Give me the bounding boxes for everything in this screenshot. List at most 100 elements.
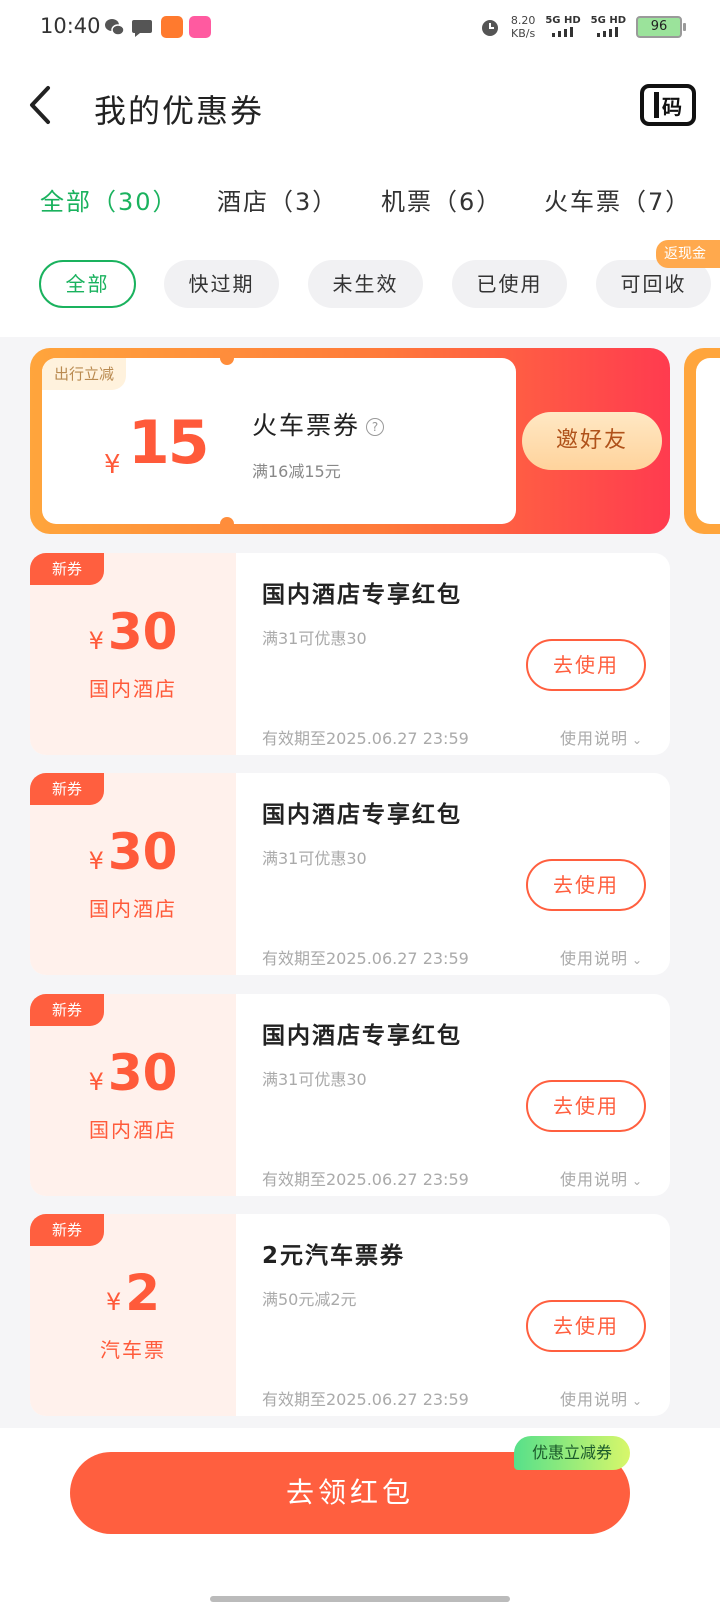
usage-instructions-label: 使用说明 — [560, 949, 629, 968]
new-coupon-tag: 新券 — [30, 553, 104, 585]
promo-tag: 出行立减 — [42, 358, 127, 390]
coupon-title: 国内酒店专享红包 — [262, 1023, 462, 1049]
coupon-amount: ¥2 — [30, 1264, 236, 1322]
coupon-value-panel: 新券 ¥30 国内酒店 — [30, 994, 236, 1196]
tab-flight[interactable]: 机票（6） — [381, 182, 502, 217]
battery-level: 96 — [650, 19, 668, 34]
wechat-icon — [105, 19, 125, 36]
code-button[interactable]: 码 — [640, 84, 696, 126]
promo-condition: 满16减15元 — [252, 462, 341, 481]
coupon-currency: ¥ — [88, 1068, 104, 1096]
coupon-card[interactable]: 新券 ¥30 国内酒店 国内酒店专享红包 满31可优惠30 去使用 有效期至20… — [30, 773, 670, 975]
help-icon[interactable]: ? — [366, 418, 385, 436]
discount-badge: 优惠立减券 — [514, 1436, 630, 1470]
network-indicator-1: 5G HD — [545, 14, 581, 40]
coupon-card[interactable]: 新券 ¥30 国内酒店 国内酒店专享红包 满31可优惠30 去使用 有效期至20… — [30, 994, 670, 1196]
cashback-badge: 返现金 — [656, 240, 720, 268]
chevron-down-icon: ⌄ — [632, 1174, 644, 1188]
promo-amount: 15 — [128, 408, 209, 478]
coupon-card[interactable]: 新券 ¥2 汽车票 2元汽车票券 满50元减2元 去使用 有效期至2025.06… — [30, 1214, 670, 1416]
coupon-currency: ¥ — [105, 1288, 122, 1316]
speed-unit: KB/s — [510, 27, 536, 40]
use-coupon-button[interactable]: 去使用 — [526, 1300, 646, 1352]
filter-chip-used[interactable]: 已使用 — [452, 260, 567, 308]
use-coupon-button[interactable]: 去使用 — [526, 859, 646, 911]
coupon-currency: ¥ — [88, 847, 104, 875]
coupon-expiry: 有效期至2025.06.27 23:59 — [262, 1390, 469, 1409]
coupon-amount-value: 30 — [107, 603, 178, 661]
chevron-down-icon: ⌄ — [632, 1394, 644, 1408]
network-label-1: 5G HD — [545, 14, 581, 26]
usage-instructions-link[interactable]: 使用说明 ⌄ — [560, 1386, 643, 1410]
coupon-expiry: 有效期至2025.06.27 23:59 — [262, 729, 469, 748]
usage-instructions-label: 使用说明 — [560, 729, 629, 748]
barcode-icon — [654, 92, 659, 118]
invite-friends-button[interactable]: 邀好友 — [522, 412, 662, 470]
promo-coupon: 出行立减 ¥ 15 火车票券? 满16减15元 — [42, 351, 516, 531]
signal-icon — [552, 26, 573, 37]
coupon-amount: ¥30 — [30, 603, 236, 661]
message-icon — [132, 20, 152, 37]
tab-hotel[interactable]: 酒店（3） — [217, 182, 338, 217]
promo-name-text: 火车票券 — [252, 411, 361, 440]
battery-icon: 96 — [636, 16, 686, 38]
filter-chip-expiring[interactable]: 快过期 — [164, 260, 279, 308]
chevron-down-icon: ⌄ — [632, 733, 644, 747]
coupon-currency: ¥ — [88, 627, 104, 655]
header: 我的优惠券 码 — [0, 70, 720, 140]
coupon-amount-value: 30 — [107, 823, 178, 881]
status-bar: 10:40 8.20 KB/s 5G HD 5G HD 96 — [0, 0, 720, 56]
signal-icon — [597, 26, 619, 37]
coupon-condition: 满31可优惠30 — [262, 849, 367, 868]
alarm-icon — [481, 20, 498, 36]
network-speed: 8.20 KB/s — [511, 14, 536, 40]
usage-instructions-label: 使用说明 — [560, 1390, 629, 1409]
coupon-title: 国内酒店专享红包 — [262, 582, 462, 608]
app-icon — [189, 16, 211, 38]
network-indicator-2: 5G HD — [591, 15, 626, 40]
use-coupon-button[interactable]: 去使用 — [526, 1080, 646, 1132]
page-title: 我的优惠券 — [94, 92, 265, 130]
coupon-value-panel: 新券 ¥30 国内酒店 — [30, 773, 236, 975]
tab-all[interactable]: 全部（30） — [40, 182, 179, 217]
coupon-condition: 满31可优惠30 — [262, 1070, 367, 1089]
coupon-type: 国内酒店 — [89, 677, 177, 701]
coupon-amount: ¥30 — [30, 823, 236, 881]
use-coupon-button[interactable]: 去使用 — [526, 639, 646, 691]
new-coupon-tag: 新券 — [30, 1214, 104, 1246]
new-coupon-tag: 新券 — [30, 773, 104, 805]
usage-instructions-link[interactable]: 使用说明 ⌄ — [560, 725, 643, 749]
coupon-type: 国内酒店 — [89, 1118, 177, 1142]
code-label: 码 — [662, 94, 682, 119]
promo-name: 火车票券? — [252, 406, 385, 442]
coupon-condition: 满31可优惠30 — [262, 629, 367, 648]
coupon-card[interactable]: 新券 ¥30 国内酒店 国内酒店专享红包 满31可优惠30 去使用 有效期至20… — [30, 553, 670, 755]
filter-chip-inactive[interactable]: 未生效 — [308, 260, 423, 308]
coupon-amount-value: 2 — [125, 1264, 161, 1322]
coupon-title: 国内酒店专享红包 — [262, 802, 462, 828]
coupon-amount: ¥30 — [30, 1044, 236, 1102]
coupon-amount-value: 30 — [107, 1044, 178, 1102]
network-label-2: 5G HD — [590, 14, 626, 26]
coupon-condition: 满50元减2元 — [262, 1290, 357, 1309]
coupon-title: 2元汽车票券 — [262, 1243, 406, 1269]
status-right: 8.20 KB/s 5G HD 5G HD 96 — [479, 12, 686, 42]
coupon-value-panel: 新券 ¥2 汽车票 — [30, 1214, 236, 1416]
chevron-left-icon — [30, 86, 50, 124]
usage-instructions-link[interactable]: 使用说明 ⌄ — [560, 945, 643, 969]
speed-value: 8.20 — [510, 14, 536, 27]
coupon-type: 国内酒店 — [89, 897, 177, 921]
next-promo-inner — [696, 358, 720, 524]
tab-train[interactable]: 火车票（7） — [544, 182, 691, 217]
filter-chip-all[interactable]: 全部 — [39, 260, 136, 308]
usage-instructions-label: 使用说明 — [560, 1170, 629, 1189]
promo-card[interactable]: 出行立减 ¥ 15 火车票券? 满16减15元 邀好友 — [30, 348, 670, 534]
chevron-down-icon: ⌄ — [632, 953, 644, 967]
back-button[interactable] — [24, 82, 64, 128]
usage-instructions-link[interactable]: 使用说明 ⌄ — [560, 1166, 643, 1190]
coupon-type: 汽车票 — [100, 1338, 166, 1362]
home-indicator[interactable] — [210, 1596, 510, 1602]
ticket-notch — [220, 351, 234, 365]
coupon-expiry: 有效期至2025.06.27 23:59 — [262, 949, 469, 968]
new-coupon-tag: 新券 — [30, 994, 104, 1026]
